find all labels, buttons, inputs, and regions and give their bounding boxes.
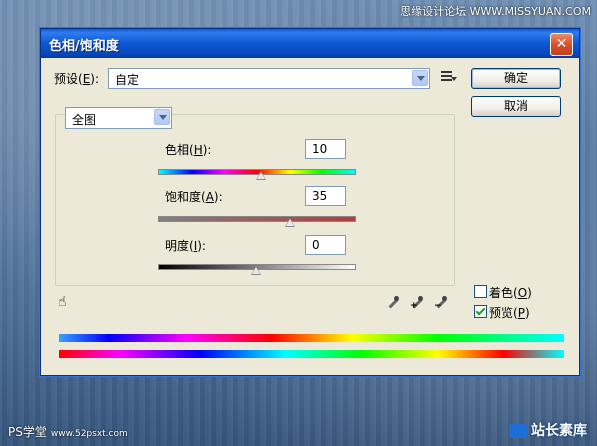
- adjustment-group: [55, 114, 455, 286]
- hue-label: 色相(H):: [165, 143, 212, 157]
- watermark-top: 思缘设计论坛 WWW.MISSYUAN.COM: [400, 5, 591, 18]
- logo-icon: [509, 424, 527, 438]
- preview-label[interactable]: 预览(P): [489, 304, 530, 321]
- colorize-checkbox[interactable]: [474, 285, 487, 298]
- eyedropper-plus-icon[interactable]: +: [409, 295, 425, 311]
- preset-options-menu-icon[interactable]: [441, 71, 457, 83]
- chevron-down-icon[interactable]: [154, 109, 170, 125]
- targeted-adjustment-hand-icon[interactable]: ☝: [58, 294, 74, 310]
- preset-dropdown[interactable]: 自定: [108, 68, 430, 89]
- preview-checkbox[interactable]: [474, 305, 487, 318]
- title-bar[interactable]: 色相/饱和度 ✕: [41, 29, 579, 58]
- channel-value: 全图: [72, 113, 97, 127]
- saturation-slider-thumb[interactable]: [285, 218, 296, 227]
- saturation-input[interactable]: 35: [305, 186, 346, 206]
- dialog-title: 色相/饱和度: [49, 39, 119, 54]
- saturation-slider-track[interactable]: [158, 216, 356, 222]
- close-icon: ✕: [555, 36, 568, 52]
- preset-value: 自定: [115, 73, 140, 87]
- hue-slider-thumb[interactable]: [256, 171, 267, 180]
- watermark-bottom-left: PS学堂 www.52psxt.com: [8, 425, 128, 439]
- hue-input[interactable]: 10: [305, 139, 346, 159]
- ok-button[interactable]: 确定: [471, 68, 561, 89]
- cancel-button[interactable]: 取消: [471, 96, 561, 117]
- lightness-slider-thumb[interactable]: [251, 266, 261, 275]
- eyedropper-minus-icon[interactable]: −: [433, 295, 449, 311]
- colorize-label[interactable]: 着色(O): [489, 284, 532, 301]
- close-button[interactable]: ✕: [550, 33, 573, 56]
- saturation-label: 饱和度(A):: [165, 190, 223, 204]
- original-spectrum-bar: [59, 350, 564, 358]
- preset-label: 预设(E):: [54, 72, 100, 86]
- lightness-input[interactable]: 0: [305, 235, 346, 255]
- adjusted-spectrum-bar: [59, 334, 564, 342]
- watermark-bottom-right: 站长素库: [509, 420, 587, 440]
- eyedropper-icon[interactable]: [385, 295, 401, 311]
- channel-dropdown[interactable]: 全图: [65, 107, 172, 129]
- hue-saturation-dialog: 色相/饱和度 ✕ 预设(E): 自定 确定 取消 全图 色相(H): 10 饱和…: [40, 28, 580, 376]
- chevron-down-icon[interactable]: [412, 70, 428, 86]
- lightness-label: 明度(I):: [165, 239, 206, 253]
